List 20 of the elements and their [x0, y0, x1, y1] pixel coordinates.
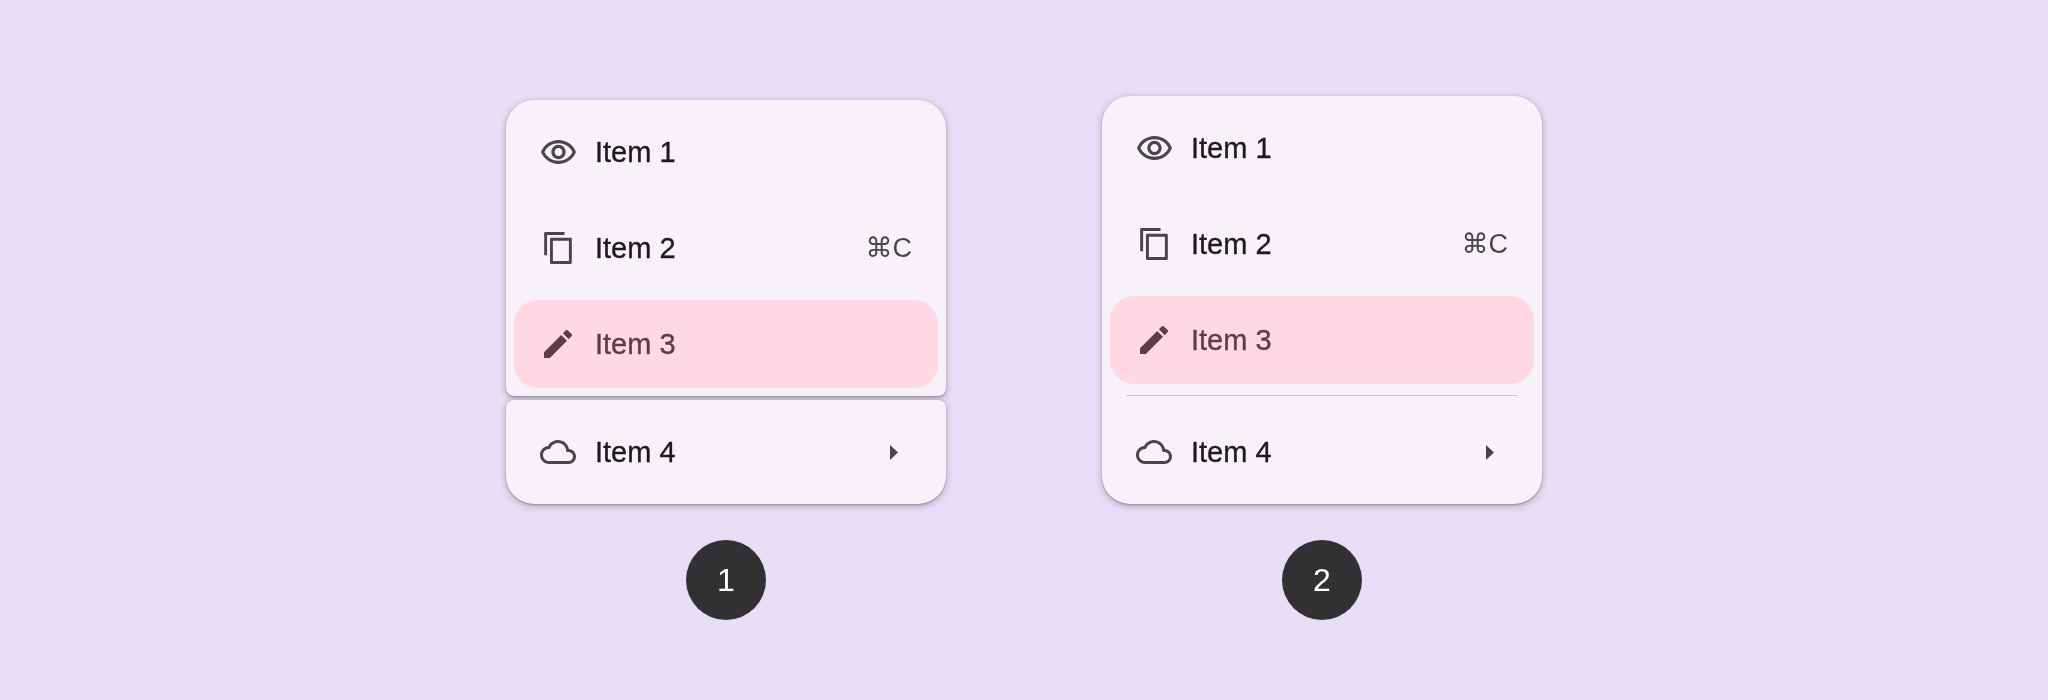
menu-item[interactable]: Item 1	[1110, 104, 1534, 192]
menu-item[interactable]: Item 2 ⌘C	[1110, 200, 1534, 288]
number-badge: 1	[686, 540, 766, 620]
menu-item[interactable]: Item 2 ⌘C	[514, 204, 938, 292]
eye-icon	[540, 140, 576, 164]
menu-item[interactable]: Item 4	[1110, 408, 1534, 496]
menu-item[interactable]: Item 1	[514, 108, 938, 196]
number-badge: 2	[1282, 540, 1362, 620]
cloud-icon	[540, 440, 576, 464]
menu-item[interactable]: Item 3	[514, 300, 938, 388]
menu-item[interactable]: Item 4	[514, 408, 938, 496]
cloud-icon	[1136, 440, 1172, 464]
copy-icon	[544, 232, 572, 264]
pencil-icon	[544, 330, 572, 358]
eye-icon	[1136, 136, 1172, 160]
copy-icon	[1140, 228, 1168, 260]
shortcut-text: ⌘C	[865, 232, 912, 264]
shortcut-text: ⌘C	[1461, 228, 1508, 260]
pencil-icon	[1140, 326, 1168, 354]
menu-item[interactable]: Item 3	[1110, 296, 1534, 384]
